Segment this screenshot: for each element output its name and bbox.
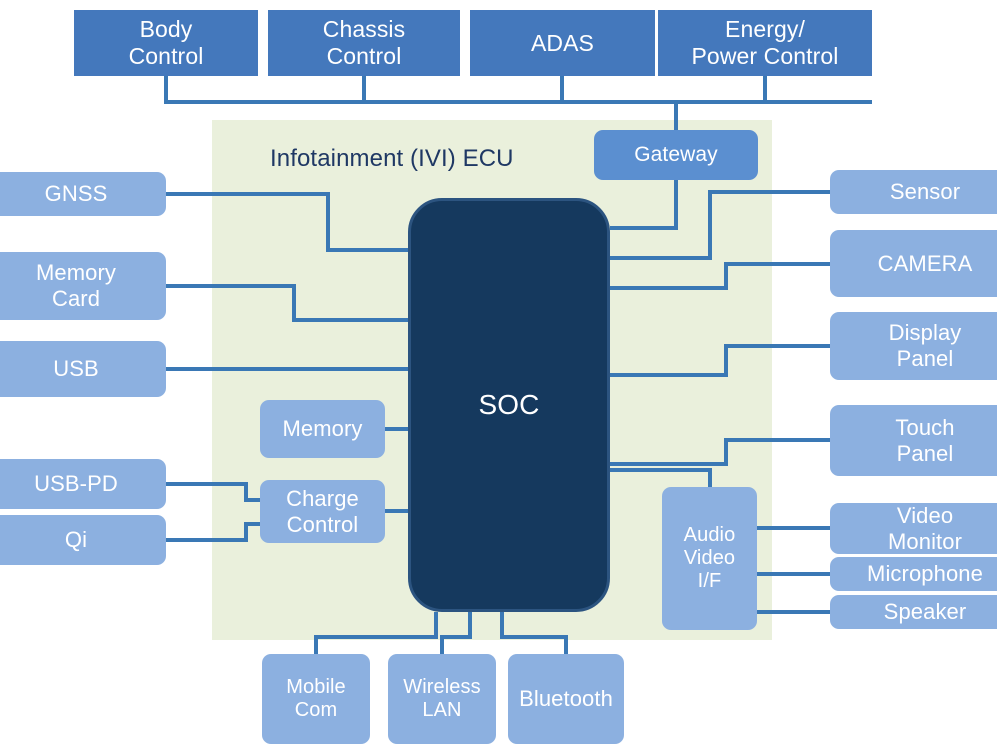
peripheral-wireless-lan[interactable]: Wireless LAN: [388, 654, 496, 744]
peripheral-display-panel[interactable]: Display Panel: [830, 312, 997, 380]
peripheral-microphone[interactable]: Microphone: [830, 557, 997, 591]
peripheral-video-monitor[interactable]: Video Monitor: [830, 503, 997, 554]
internal-block-audio-video-i-f[interactable]: Audio Video I/F: [662, 487, 757, 630]
peripheral-sensor[interactable]: Sensor: [830, 170, 997, 214]
ecu-block-body-control[interactable]: Body Control: [74, 10, 258, 76]
peripheral-mobile-com[interactable]: Mobile Com: [262, 654, 370, 744]
peripheral-bluetooth[interactable]: Bluetooth: [508, 654, 624, 744]
peripheral-camera[interactable]: CAMERA: [830, 230, 997, 297]
ecu-block-chassis-control[interactable]: Chassis Control: [268, 10, 460, 76]
peripheral-usb-pd[interactable]: USB-PD: [0, 459, 166, 509]
panel-title: Infotainment (IVI) ECU: [270, 145, 514, 172]
peripheral-usb[interactable]: USB: [0, 341, 166, 397]
peripheral-qi[interactable]: Qi: [0, 515, 166, 565]
ecu-block-adas[interactable]: ADAS: [470, 10, 655, 76]
soc-block[interactable]: SOC: [408, 198, 610, 612]
ecu-block-energy-power-control[interactable]: Energy/ Power Control: [658, 10, 872, 76]
peripheral-touch-panel[interactable]: Touch Panel: [830, 405, 997, 476]
peripheral-gnss[interactable]: GNSS: [0, 172, 166, 216]
peripheral-speaker[interactable]: Speaker: [830, 595, 997, 629]
internal-block-memory[interactable]: Memory: [260, 400, 385, 458]
diagram-canvas: Infotainment (IVI) ECU Body Control Chass…: [0, 0, 997, 752]
peripheral-memory-card[interactable]: Memory Card: [0, 252, 166, 320]
internal-block-charge-control[interactable]: Charge Control: [260, 480, 385, 543]
gateway-block[interactable]: Gateway: [594, 130, 758, 180]
